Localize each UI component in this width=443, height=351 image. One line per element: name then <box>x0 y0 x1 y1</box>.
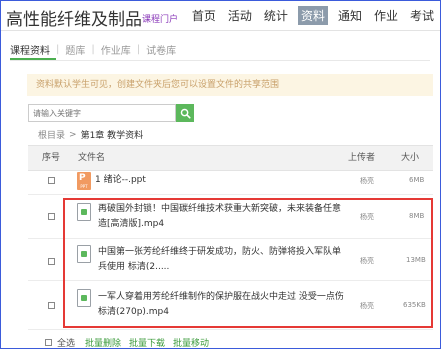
tab-course-materials[interactable]: 课程资料 <box>10 42 50 57</box>
row-checkbox[interactable] <box>48 258 55 265</box>
breadcrumb-root[interactable]: 根目录 <box>38 128 65 141</box>
row-checkbox[interactable] <box>48 213 55 220</box>
search-button[interactable] <box>176 104 194 122</box>
nav-home[interactable]: 首页 <box>190 6 218 25</box>
nav-exam[interactable]: 考试 <box>408 6 436 25</box>
search-icon <box>180 108 191 119</box>
tab-homework-bank[interactable]: 作业库 <box>101 42 131 57</box>
nav-statistics[interactable]: 统计 <box>262 6 290 25</box>
select-all-label[interactable]: 全选 <box>57 336 75 349</box>
video-files-highlight <box>63 198 433 328</box>
breadcrumb-separator: > <box>69 129 77 140</box>
course-title: 高性能纤维及制品 <box>6 10 142 30</box>
nav-notice[interactable]: 通知 <box>336 6 364 25</box>
select-all-checkbox[interactable] <box>45 339 52 346</box>
batch-download-button[interactable]: 批量下载 <box>129 336 165 349</box>
batch-move-button[interactable]: 批量移动 <box>173 336 209 349</box>
bulk-actions-bar: 全选 批量删除 批量下载 批量移动 <box>45 336 217 349</box>
tab-question-bank[interactable]: 题库 <box>65 42 85 57</box>
header-divider <box>1 30 440 31</box>
ppt-file-icon: P PPT <box>77 172 91 190</box>
breadcrumb-current: 第1章 教学资料 <box>80 131 144 141</box>
tab-exam-bank[interactable]: 试卷库 <box>146 42 176 57</box>
row-checkbox[interactable] <box>48 177 55 184</box>
nav-homework[interactable]: 作业 <box>372 6 400 25</box>
row-checkbox[interactable] <box>48 302 55 309</box>
file-uploader: 杨亮 <box>360 177 374 185</box>
file-size: 6MB <box>409 176 425 184</box>
header: 高性能纤维及制品 课程门户 首页 活动 统计 资料 通知 作业 考试 <box>1 1 440 30</box>
keyword-search-input[interactable] <box>28 104 176 122</box>
nav-activity[interactable]: 活动 <box>226 6 254 25</box>
visibility-notice: 资料默认学生可见，创建文件夹后您可以设置文件的共享范围 <box>27 74 433 96</box>
table-header: 序号 文件名 上传者 大小 <box>28 145 433 171</box>
tab-separator: | <box>136 44 141 55</box>
column-seq: 序号 <box>42 153 61 163</box>
column-uploader: 上传者 <box>348 153 376 163</box>
resource-tabs: 课程资料 | 题库 | 作业库 | 试卷库 <box>10 42 176 57</box>
column-filename: 文件名 <box>78 153 106 163</box>
top-nav: 首页 活动 统计 资料 通知 作业 考试 <box>182 6 436 25</box>
column-size: 大小 <box>401 153 420 163</box>
row-divider <box>28 194 433 195</box>
breadcrumb: 根目录 > 第1章 教学资料 <box>38 128 144 142</box>
tabs-divider <box>10 60 430 61</box>
row-divider <box>28 329 433 330</box>
file-name-link[interactable]: 1 绪论--.ppt <box>95 173 146 188</box>
tab-separator: | <box>91 44 95 55</box>
course-portal-link[interactable]: 课程门户 <box>142 12 178 25</box>
batch-delete-button[interactable]: 批量删除 <box>85 336 121 349</box>
tab-separator: | <box>56 44 60 55</box>
nav-materials[interactable]: 资料 <box>297 6 328 25</box>
